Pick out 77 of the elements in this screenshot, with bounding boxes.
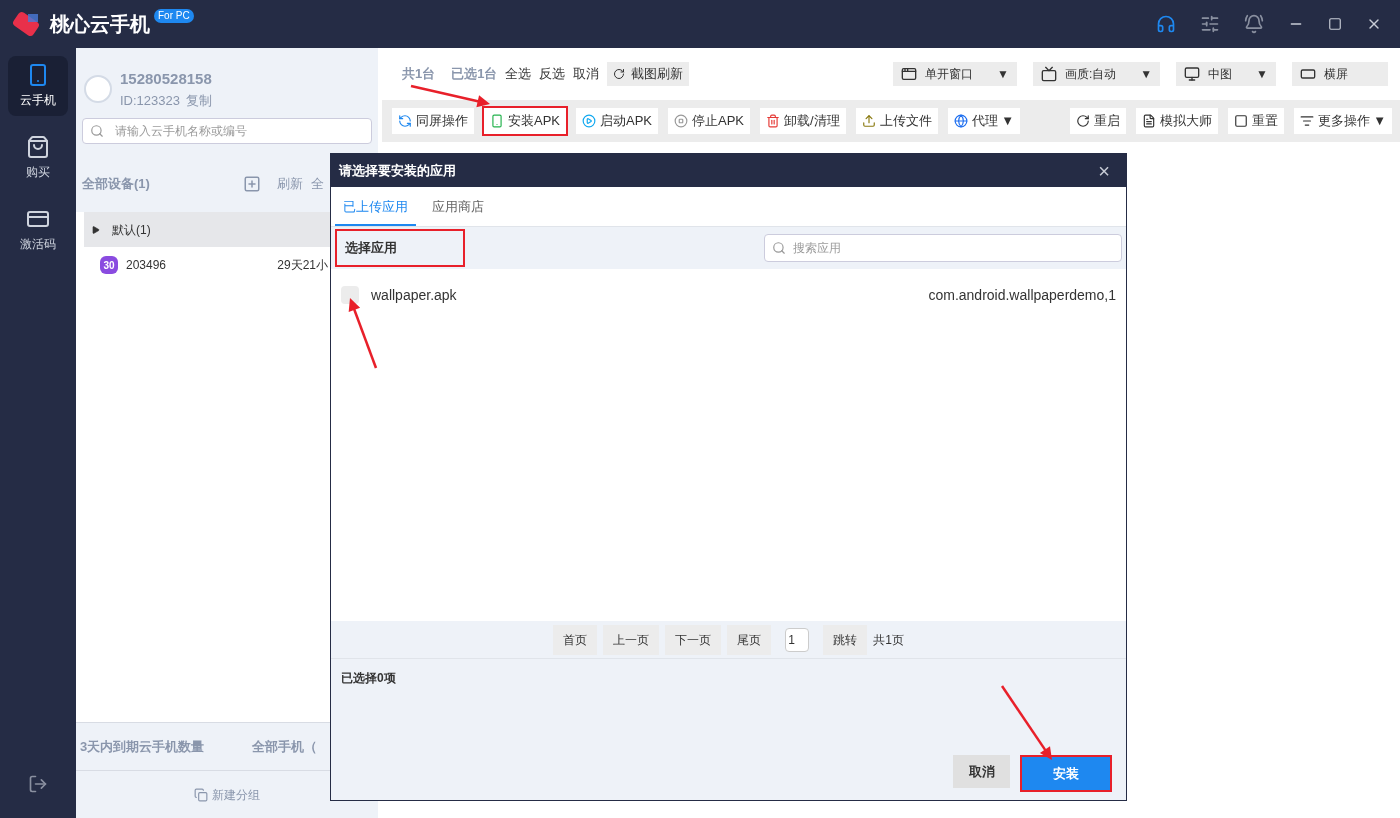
remaining-time: 29天21小 xyxy=(277,257,328,274)
toolbar-button[interactable]: 启动APK xyxy=(574,106,661,136)
bag-icon xyxy=(26,135,50,159)
restart-icon xyxy=(1075,114,1090,128)
view-dropdown[interactable]: 中图 ▼ xyxy=(1176,62,1276,86)
screenshot-refresh-button[interactable]: 截图刷新 xyxy=(607,62,690,86)
app-package: com.android.wallpaperdemo,1 xyxy=(928,285,1116,305)
platform-badge: For PC xyxy=(154,9,194,23)
search-field[interactable]: 请输入云手机名称或编号 xyxy=(82,118,372,144)
nav-item[interactable]: 购买 xyxy=(8,128,68,188)
dialog-title: 请选择要安装的应用 xyxy=(339,161,456,180)
toolbar-button[interactable]: 更多操作 ▼ xyxy=(1293,108,1392,134)
jump-button[interactable]: 跳转 xyxy=(823,624,868,655)
cancel-button[interactable]: 取消 xyxy=(953,755,1010,788)
globe-icon xyxy=(953,114,968,128)
toolbar-button[interactable]: 同屏操作 xyxy=(390,106,476,136)
toolbar-button[interactable]: 重启 xyxy=(1069,108,1126,134)
app-file-name: wallpaper.apk xyxy=(371,285,457,305)
toolbar-button[interactable]: 停止APK xyxy=(666,106,753,136)
page-button[interactable]: 首页 xyxy=(553,624,598,655)
list-icon xyxy=(1299,114,1314,128)
trash-icon xyxy=(766,114,781,128)
level-badge: 30 xyxy=(100,256,118,274)
document-icon xyxy=(1141,114,1156,128)
devices-title: 全部设备(1) xyxy=(82,175,150,194)
toolbar-button[interactable]: 卸载/清理 xyxy=(758,106,848,136)
page-total: 共1页 xyxy=(873,631,904,649)
stop-icon xyxy=(674,114,689,128)
toolbar-button[interactable]: 上传文件 xyxy=(853,106,940,136)
upload-icon xyxy=(861,114,876,128)
app-search-field[interactable]: 搜索应用 xyxy=(764,234,1122,262)
page-button[interactable]: 上一页 xyxy=(603,624,660,655)
page-number-field[interactable]: 1 xyxy=(785,627,810,652)
all-phones-label: 全部手机（ xyxy=(252,737,318,756)
app-checkbox[interactable] xyxy=(341,286,359,304)
support-icon[interactable] xyxy=(1156,14,1176,34)
selected-count: 已选1台 xyxy=(451,65,498,84)
selection-link[interactable]: 反选 xyxy=(539,64,566,84)
maximize-icon[interactable] xyxy=(1328,17,1342,31)
play-icon xyxy=(582,114,596,128)
selection-link[interactable]: 取消 xyxy=(573,64,600,84)
selected-count-label: 已选择0项 xyxy=(341,670,397,687)
view-dropdown[interactable]: 画质:自动 ▼ xyxy=(1032,62,1161,86)
group-name: 默认(1) xyxy=(112,221,151,239)
sync-icon xyxy=(398,114,412,128)
expiring-label: 3天内到期云手机数量 xyxy=(80,737,205,756)
dialog-tab[interactable]: 应用商店 xyxy=(424,196,492,226)
section-label: 选择应用 xyxy=(335,229,465,267)
app-title: 桃心云手机 xyxy=(50,12,150,37)
view-dropdown[interactable]: 单开窗口 ▼ xyxy=(893,62,1017,86)
copy-icon xyxy=(194,787,208,802)
refresh-icon xyxy=(613,68,626,80)
search-icon xyxy=(90,124,104,138)
screen-icon xyxy=(1184,66,1201,82)
selection-link[interactable]: 全选 xyxy=(505,64,532,84)
account-id: ID:123323 xyxy=(120,91,180,110)
add-group-icon[interactable] xyxy=(243,175,261,193)
toolbar-button[interactable]: 代理 ▼ xyxy=(945,106,1023,136)
page-button[interactable]: 下一页 xyxy=(665,624,722,655)
window-icon xyxy=(901,66,917,82)
page-button[interactable]: 尾页 xyxy=(727,624,772,655)
settings-icon[interactable] xyxy=(1200,14,1220,34)
close-button[interactable]: × xyxy=(1090,155,1118,186)
nav-item[interactable]: 云手机 xyxy=(8,56,68,116)
search-icon xyxy=(772,241,786,255)
avatar xyxy=(84,75,112,103)
device-id: 203496 xyxy=(126,257,167,274)
toolbar-button[interactable]: 模拟大师 xyxy=(1135,108,1218,134)
nav-item[interactable]: 激活码 xyxy=(8,200,68,260)
logout-icon[interactable] xyxy=(28,774,48,794)
notification-icon[interactable] xyxy=(1244,14,1264,34)
toolbar-button[interactable]: 安装APK xyxy=(482,106,568,136)
account-phone: 15280528158 xyxy=(120,69,212,89)
install-button[interactable]: 安装 xyxy=(1020,755,1112,792)
total-count: 共1台 xyxy=(402,65,436,84)
view-dropdown[interactable]: 横屏 xyxy=(1292,62,1388,86)
toolbar-button[interactable]: 重置 xyxy=(1227,108,1284,134)
